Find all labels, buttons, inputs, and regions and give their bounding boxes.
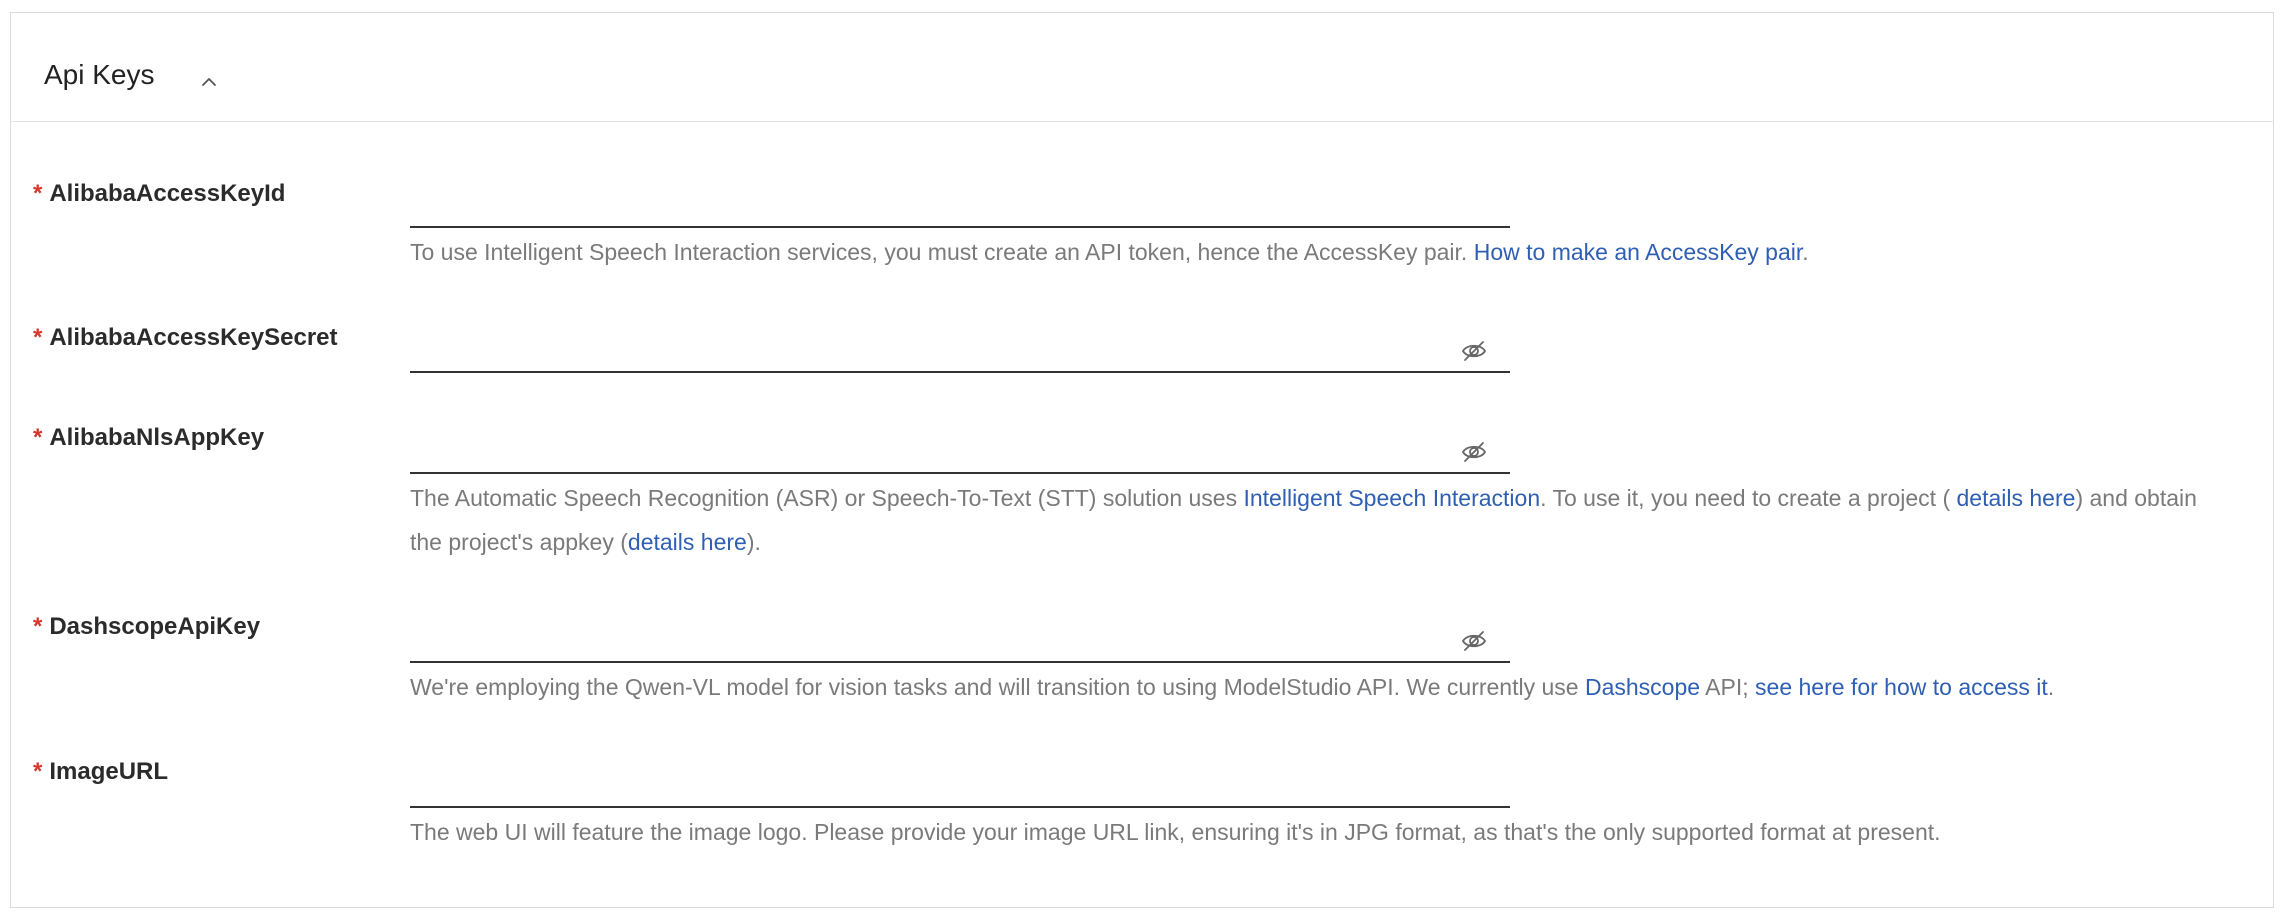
- project-details-link[interactable]: details here: [1957, 485, 2076, 511]
- access-key-pair-link[interactable]: How to make an AccessKey pair: [1474, 239, 1803, 265]
- access-key-secret-label: * AlibabaAccessKeySecret: [33, 323, 338, 353]
- access-key-secret-label-text: AlibabaAccessKeySecret: [49, 324, 338, 351]
- nls-app-key-label-text: AlibabaNlsAppKey: [49, 424, 265, 451]
- image-url-input[interactable]: [410, 764, 1510, 806]
- access-key-id-label-text: AlibabaAccessKeyId: [49, 180, 286, 207]
- dashscope-api-key-field-wrap: [410, 619, 1510, 663]
- access-key-id-help: To use Intelligent Speech Interaction se…: [410, 230, 1809, 274]
- access-key-id-help-text: To use Intelligent Speech Interaction se…: [410, 239, 1474, 265]
- image-url-field-wrap: [410, 764, 1510, 808]
- nls-app-key-label: * AlibabaNlsAppKey: [33, 423, 264, 453]
- dashscope-help-text-3: .: [2047, 674, 2055, 700]
- dashscope-help-text-1: We're employing the Qwen-VL model for vi…: [410, 674, 1585, 700]
- dashscope-help-text-2: API;: [1700, 674, 1756, 700]
- intelligent-speech-interaction-link[interactable]: Intelligent Speech Interaction: [1243, 485, 1540, 511]
- appkey-details-link[interactable]: details here: [628, 529, 747, 555]
- access-key-id-help-end: .: [1802, 239, 1809, 265]
- dashscope-link[interactable]: Dashscope: [1585, 674, 1700, 700]
- required-marker: *: [33, 758, 43, 785]
- eye-off-icon[interactable]: [1460, 339, 1488, 363]
- required-marker: *: [33, 324, 43, 351]
- access-key-id-label: * AlibabaAccessKeyId: [33, 179, 285, 209]
- access-key-id-input[interactable]: [410, 184, 1510, 226]
- image-url-help: The web UI will feature the image logo. …: [410, 819, 1941, 845]
- dashscope-api-key-label-text: DashscopeApiKey: [49, 613, 261, 640]
- nls-help-text-4: ).: [746, 529, 761, 555]
- dashscope-api-key-input[interactable]: [410, 619, 1510, 661]
- nls-help-text-2: . To use it, you need to create a projec…: [1540, 485, 1957, 511]
- required-marker: *: [33, 424, 43, 451]
- dashscope-api-key-help: We're employing the Qwen-VL model for vi…: [410, 665, 2054, 709]
- dashscope-access-link[interactable]: see here for how to access it: [1755, 674, 2048, 700]
- required-marker: *: [33, 613, 43, 640]
- image-url-label: * ImageURL: [33, 757, 168, 787]
- access-key-secret-input[interactable]: [410, 329, 1510, 371]
- image-url-label-text: ImageURL: [49, 758, 169, 785]
- panel-title: Api Keys: [44, 59, 155, 90]
- nls-help-text-1: The Automatic Speech Recognition (ASR) o…: [410, 485, 1244, 511]
- nls-app-key-field-wrap: [410, 430, 1510, 474]
- eye-off-icon[interactable]: [1460, 629, 1488, 653]
- panel-header[interactable]: Api Keys: [11, 13, 2273, 122]
- eye-off-icon[interactable]: [1460, 440, 1488, 464]
- access-key-secret-field-wrap: [410, 329, 1510, 373]
- dashscope-api-key-label: * DashscopeApiKey: [33, 612, 260, 642]
- nls-app-key-help: The Automatic Speech Recognition (ASR) o…: [410, 476, 2210, 564]
- required-marker: *: [33, 180, 43, 207]
- access-key-id-field-wrap: [410, 184, 1510, 228]
- nls-app-key-input[interactable]: [410, 430, 1510, 472]
- chevron-up-icon[interactable]: [197, 73, 221, 91]
